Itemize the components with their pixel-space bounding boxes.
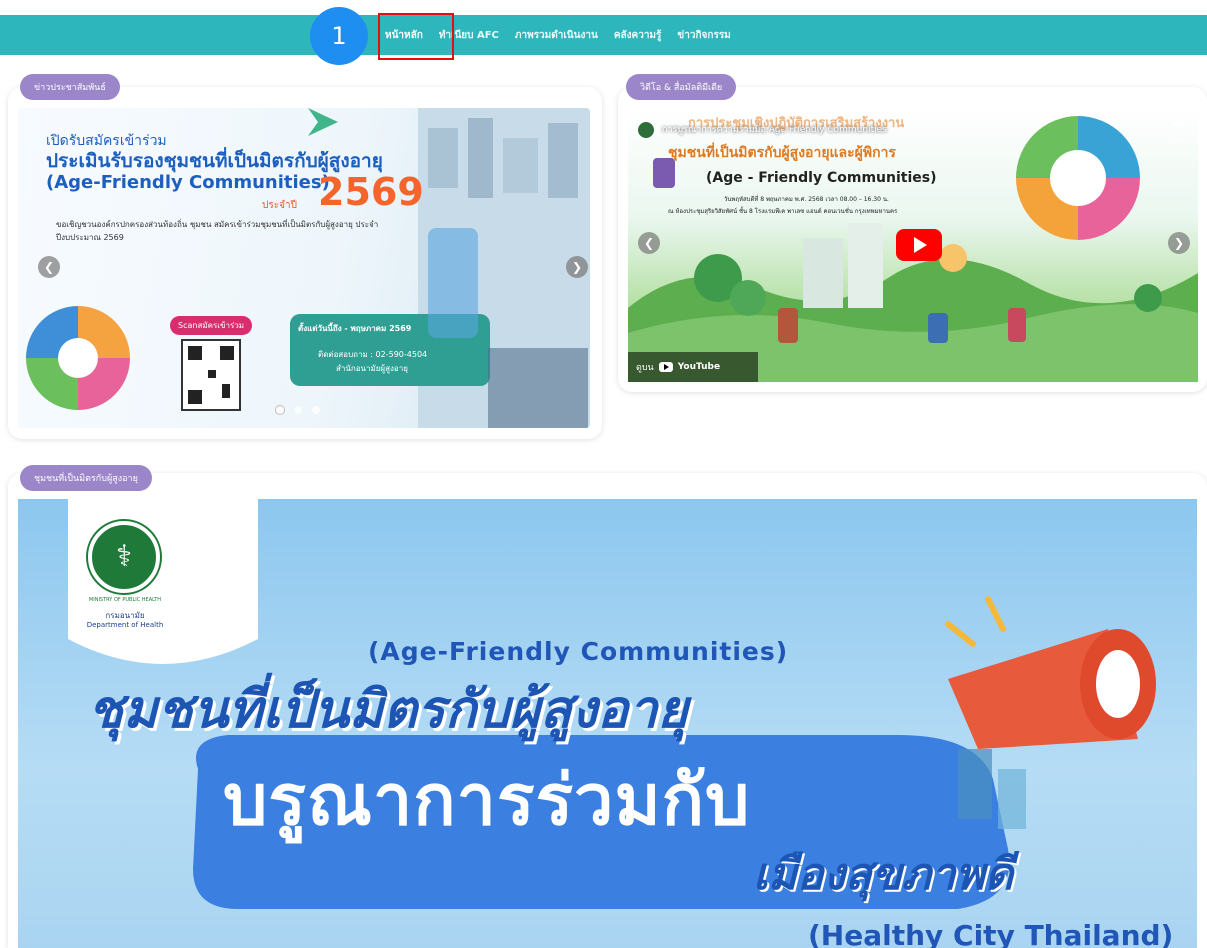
afc-wheel-icon [1016,116,1140,240]
news-year-prefix: ประจำปี [262,200,297,211]
video-channel-logo[interactable] [636,120,656,140]
banner-line-4: (Healthy City Thailand) [808,919,1174,948]
banner-line-3: เมืองสุขภาพดี [753,849,1014,900]
banner-line-2: บรูณาการร่วมกับ [223,759,751,841]
banner-subtitle: (Age-Friendly Communities) [368,637,789,666]
arrow-logo-icon [308,108,338,136]
play-icon [914,237,927,253]
youtube-logo-icon [658,362,673,372]
video-player[interactable]: การบูรณาการความร่วมมือ Age Friendly Comm… [628,108,1198,382]
section-label-news: ข่าวประชาสัมพันธ์ [20,74,120,100]
share-label: แชร์ [1171,137,1185,145]
nav-item-news[interactable]: ข่าวกิจกรรม [677,28,730,43]
video-headline: ชุมชนที่เป็นมิตรกับผู้สูงอายุและผู้พิการ [668,145,896,161]
news-contact-org: สำนักอนามัยผู้สูงอายุ [336,364,408,373]
youtube-label: YouTube [677,362,721,372]
video-venue-line: ณ ห้องประชุมสุริยวิสัยทัศน์ ชั้น 8 โรงแร… [668,208,898,215]
video-headline-top: การประชุมเชิงปฏิบัติการเสริมสร้างงาน [688,116,905,131]
org-name-en: Department of Health [86,621,164,629]
news-subheadline: (Age-Friendly Communities) [46,172,330,193]
highlight-box [378,13,454,60]
video-next-button[interactable]: ❯ [1168,232,1190,254]
section-label-community: ชุมชนที่เป็นมิตรกับผู้สูงอายุ [20,465,152,491]
carousel-next-button[interactable]: ❯ [566,256,588,278]
news-contact: ติดต่อสอบถาม : 02-590-4504 [318,350,428,359]
news-body: ขอเชิญชวนองค์กรปกครองส่วนท้องถิ่น ชุมชน … [56,220,379,242]
nav-item-overview[interactable]: ภาพรวมดำเนินงาน [515,28,598,43]
nav-item-knowledge[interactable]: คลังความรู้ [614,28,662,43]
youtube-play-button[interactable] [896,229,942,261]
video-prev-button[interactable]: ❮ [638,232,660,254]
news-carousel[interactable]: เปิดรับสมัครเข้าร่วม ประเมินรับรองชุมชนท… [18,108,590,428]
section-label-video: วิดีโอ & สื่อมัลติมีเดีย [626,74,737,100]
carousel-dot[interactable] [312,406,320,414]
community-card: ⚕ MINISTRY OF PUBLIC HEALTH กรมอนามัย De… [8,473,1207,948]
step-badge: 1 [310,7,368,65]
news-card: เปิดรับสมัครเข้าร่วม ประเมินรับรองชุมชนท… [8,87,602,439]
news-year: 2569 [318,170,424,214]
share-button[interactable]: ➦ [1164,116,1192,132]
video-date-line: วันพฤหัสบดีที่ 8 พฤษภาคม พ.ศ. 2568 เวลา … [724,196,889,203]
dept-seal-icon: ⚕ [88,521,160,593]
watch-on-label: ดูบน [636,363,654,373]
news-deadline: ตั้งแต่วันนี้ถึง - พฤษภาคม 2569 [298,324,412,333]
page: หน้าหลัก ทำเนียบ AFC ภาพรวมดำเนินงาน คลั… [0,0,1207,948]
carousel-prev-button[interactable]: ❮ [38,256,60,278]
news-scan-label: Scanสมัครเข้าร่วม [170,316,253,335]
caduceus-icon: ⚕ [115,539,133,574]
video-subheadline: (Age - Friendly Communities) [706,170,937,186]
carousel-dot[interactable] [276,406,284,414]
video-card: การบูรณาการความร่วมมือ Age Friendly Comm… [618,87,1207,392]
carousel-dot[interactable] [294,406,302,414]
community-banner[interactable]: ⚕ MINISTRY OF PUBLIC HEALTH กรมอนามัย De… [18,499,1197,948]
carousel-dots [276,406,320,414]
top-navbar: หน้าหลัก ทำเนียบ AFC ภาพรวมดำเนินงาน คลั… [0,15,1207,55]
seal-text: MINISTRY OF PUBLIC HEALTH [88,597,162,603]
banner-line-1: ชุมชนที่เป็นมิตรกับผู้สูงอายุ [88,680,688,740]
watch-on-youtube[interactable]: ดูบน YouTube [628,352,758,382]
